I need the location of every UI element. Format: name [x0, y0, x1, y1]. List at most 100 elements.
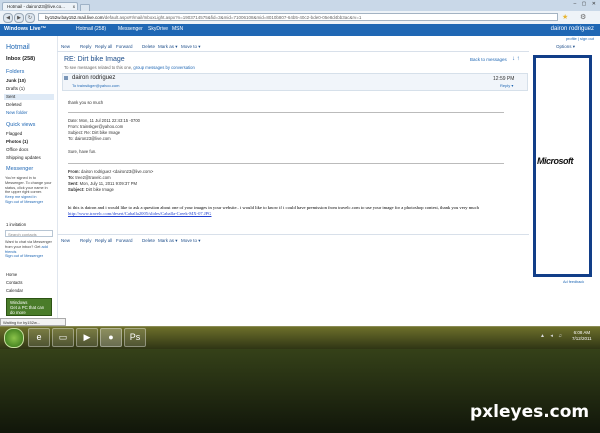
sidebar-item-sent[interactable]: Sent — [6, 94, 15, 99]
toolbar-new[interactable]: New — [61, 44, 70, 49]
quoted-to: To: tree2@travelc.com — [68, 175, 111, 180]
group-by-conversation-link[interactable]: group messages by conversation — [133, 65, 194, 70]
address-bar[interactable]: by152w.bay152.mail.live.com/default.aspx… — [38, 13, 558, 21]
chrome-icon[interactable]: ● — [100, 328, 122, 347]
profile-links[interactable]: profile | sign out — [566, 36, 594, 41]
message-body-text: hi this is dairon and i would like to as… — [68, 205, 479, 210]
toolbar-divider — [57, 51, 529, 52]
message-subject: RE: Dirt bike Image — [64, 56, 125, 63]
sidebar-item-junk[interactable]: Junk (10) — [6, 78, 26, 83]
body-line-sure: Sure, have fun. — [68, 149, 97, 154]
messenger-status-box: You're signed in to Messenger. To change… — [5, 176, 53, 216]
browser-tab[interactable]: Hotmail - dairon23@live.co... x — [2, 2, 78, 10]
start-button-icon[interactable] — [4, 328, 24, 348]
quickview-flagged[interactable]: Flagged — [6, 131, 22, 136]
chat-sign-out-link[interactable]: Sign out of Messenger — [5, 254, 43, 258]
body-line-from: From: trainskger@yahoo.com — [68, 124, 124, 129]
sidebar-link-home[interactable]: Home — [6, 272, 17, 277]
messenger-heading: Messenger — [6, 166, 34, 172]
windows-ad[interactable]: Windows Get a PC that can do more — [6, 298, 52, 316]
sidebar-item-drafts[interactable]: Drafts (1) — [6, 86, 25, 91]
close-tab-icon[interactable]: x — [73, 3, 75, 10]
quickview-shipping-updates[interactable]: Shipping updates — [6, 155, 41, 160]
toolbar-reply-all[interactable]: Reply all — [95, 44, 112, 49]
quoted-subject-value: Dirt bike Image — [85, 187, 114, 192]
back-button[interactable]: ◀ — [3, 13, 13, 23]
toolbar-reply-all[interactable]: Reply all — [95, 238, 112, 243]
quoted-from: From: dairon rodriguez <dairon23@live.co… — [68, 169, 153, 174]
sidebar-item-deleted[interactable]: Deleted — [6, 102, 22, 107]
status-bar: Waiting for by152w... — [0, 318, 66, 326]
quoted-subject: Subject: Dirt bike Image — [68, 187, 114, 192]
wrench-menu-icon[interactable]: ⚙ — [580, 13, 586, 21]
explorer-icon[interactable]: ▭ — [52, 328, 74, 347]
toolbar-delete[interactable]: Delete — [142, 238, 155, 243]
inbox-folder[interactable]: Inbox (258) — [6, 56, 35, 62]
folders-heading: Folders — [6, 69, 25, 75]
message-body: hi this is dairon and i would like to as… — [68, 205, 508, 217]
microsoft-ad[interactable] — [533, 55, 592, 277]
microsoft-logo[interactable]: Microsoft — [537, 156, 574, 166]
toolbar-new[interactable]: New — [61, 238, 70, 243]
prev-next-arrows-icon[interactable]: ↓ ↑ — [512, 56, 520, 62]
toolbar-mark-as[interactable]: Mark as ▾ — [158, 44, 178, 50]
options-menu[interactable]: Options ▾ — [556, 44, 575, 50]
ad-feedback-link[interactable]: Ad feedback — [563, 280, 584, 284]
quoted-subject-label: Subject: — [68, 187, 85, 192]
back-to-messages-link[interactable]: Back to messages — [470, 57, 507, 62]
quoted-sent: Sent: Mon, July 11, 2011 9:09:37 PM — [68, 181, 137, 186]
quickview-photos[interactable]: Photos (1) — [6, 139, 28, 144]
header-nav-hotmail[interactable]: Hotmail (258) — [76, 26, 106, 32]
search-contacts-input[interactable]: Search contacts — [5, 230, 53, 237]
toolbar-reply[interactable]: Reply — [80, 238, 92, 243]
bookmark-star-icon[interactable]: ★ — [562, 13, 568, 21]
clock-date: 7/12/2011 — [572, 336, 592, 341]
windows-live-logo[interactable]: Windows Live™ — [4, 26, 46, 32]
toolbar-mark-as[interactable]: Mark as ▾ — [158, 238, 178, 244]
image-link[interactable]: http://www.travelc.com/desert/Caballa200… — [68, 211, 211, 216]
body-line-date: Date: Mon, 11 Jul 2011 22:43:15 -0700 — [68, 118, 141, 123]
header-nav-messenger[interactable]: Messenger — [118, 26, 143, 32]
body-separator — [68, 112, 504, 113]
toolbar-delete[interactable]: Delete — [142, 44, 155, 49]
quoted-to-label: To: — [68, 175, 75, 180]
hotmail-brand[interactable]: Hotmail — [6, 44, 30, 51]
media-player-icon[interactable]: ▶ — [76, 328, 98, 347]
message-time: 12:59 PM — [493, 76, 515, 82]
windows-ad-text: Get a PC that can do more — [10, 305, 45, 315]
header-nav-skydrive[interactable]: SkyDrive — [148, 26, 168, 32]
sender-name[interactable]: dairon rodriguez — [72, 75, 115, 81]
system-tray-icons[interactable]: ▲ ◂ ♫ — [540, 333, 564, 339]
photoshop-icon[interactable]: Ps — [124, 328, 146, 347]
quoted-sent-value: Mon, July 11, 2011 9:09:37 PM — [79, 181, 137, 186]
header-nav-msn[interactable]: MSN — [172, 26, 183, 32]
user-name[interactable]: dairon rodriguez — [551, 26, 594, 32]
toolbar-reply[interactable]: Reply — [80, 44, 92, 49]
toolbar-divider — [57, 234, 529, 235]
body-separator — [68, 163, 504, 164]
quoted-to-value: tree2@travelc.com — [75, 175, 111, 180]
recipient[interactable]: To trainsikger@yahoo.com — [72, 83, 119, 88]
keep-signed-in-link[interactable]: Keep me signed in — [5, 195, 36, 199]
reload-button[interactable]: ↻ — [25, 13, 35, 23]
forward-button[interactable]: ▶ — [14, 13, 24, 23]
sidebar-link-calendar[interactable]: Calendar — [6, 288, 23, 293]
quoted-sent-label: Sent: — [68, 181, 79, 186]
toolbar-move-to[interactable]: Move to ▾ — [181, 44, 201, 50]
taskbar-clock[interactable]: 6:08 AM 7/12/2011 — [572, 330, 592, 342]
sidebar-link-contacts[interactable]: Contacts — [6, 280, 23, 285]
quickview-office-docs[interactable]: Office docs — [6, 147, 28, 152]
quoted-from-label: From: — [68, 169, 80, 174]
new-folder-link[interactable]: New folder — [6, 110, 28, 115]
ie-icon[interactable]: e — [28, 328, 50, 347]
toolbar-forward[interactable]: Forward — [116, 44, 133, 49]
conversation-note-text: To see messages related to this one, — [64, 65, 133, 70]
body-line-subject: Subject: Re: Dirt bike Image — [68, 130, 121, 135]
toolbar-forward[interactable]: Forward — [116, 238, 133, 243]
reply-dropdown[interactable]: Reply ▾ — [500, 83, 513, 88]
window-controls[interactable]: – ▢ ✕ — [574, 1, 598, 7]
invitation-link[interactable]: 1 invitation — [6, 222, 26, 227]
url-path: /default.aspx#!/mail/InboxLight.aspx?n=1… — [103, 15, 362, 20]
sign-out-messenger-link[interactable]: Sign out of Messenger — [5, 200, 43, 204]
toolbar-move-to[interactable]: Move to ▾ — [181, 238, 201, 244]
